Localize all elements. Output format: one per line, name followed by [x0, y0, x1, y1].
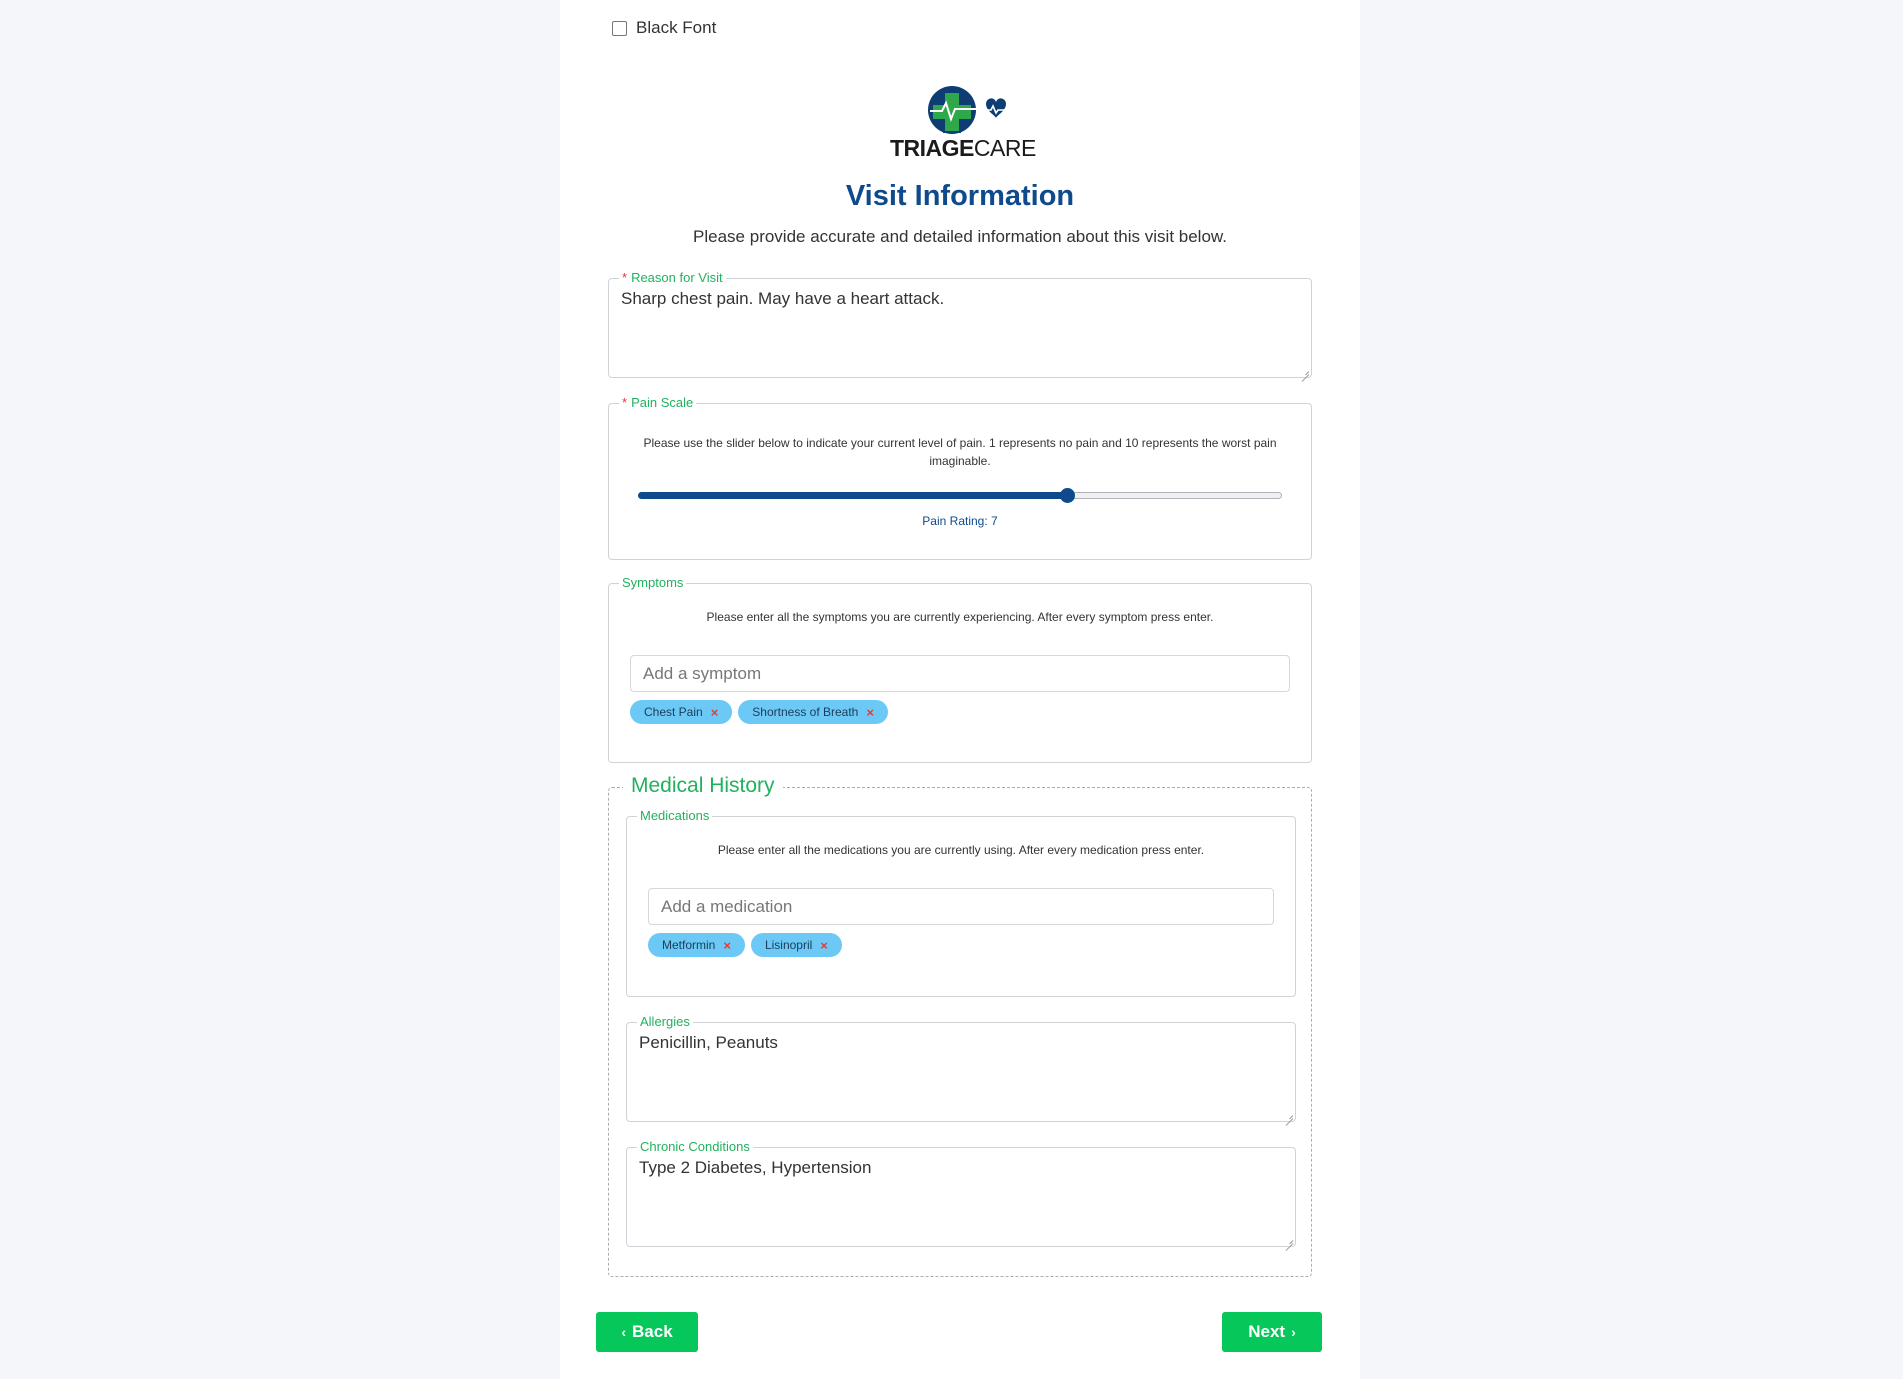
symptom-tags: Chest Pain × Shortness of Breath × — [630, 700, 888, 724]
form-card: Black Font TRIAGECARE Visit Information … — [560, 0, 1360, 1379]
symptoms-description: Please enter all the symptoms you are cu… — [706, 610, 1214, 624]
reason-for-visit-label: Reason for Visit — [631, 270, 723, 285]
required-marker: * — [622, 270, 628, 285]
chevron-left-icon: ‹ — [621, 1324, 627, 1340]
resize-handle-icon[interactable] — [1285, 1111, 1293, 1119]
medical-history-legend: Medical History — [623, 771, 783, 801]
medication-tags: Metformin × Lisinopril × — [648, 933, 842, 957]
resize-handle-icon[interactable] — [1285, 1236, 1293, 1244]
page-subtitle: Please provide accurate and detailed inf… — [693, 227, 1227, 246]
back-button-label: Back — [632, 1322, 673, 1341]
resize-handle-icon[interactable] — [1301, 367, 1309, 375]
remove-icon[interactable]: × — [820, 938, 828, 953]
pain-slider-fill — [638, 492, 1067, 499]
symptom-tag-label: Chest Pain — [644, 705, 703, 719]
medication-tag-label: Lisinopril — [764, 938, 813, 952]
triagecare-logo: TRIAGECARE — [890, 80, 1036, 162]
logo-wordmark: TRIAGECARE — [890, 135, 1036, 162]
pain-slider-thumb[interactable] — [1060, 488, 1075, 503]
allergies-legend: Allergies — [637, 1013, 693, 1031]
symptoms-section: Symptoms Please enter all the symptoms y… — [608, 574, 1312, 763]
chronic-conditions-legend: Chronic Conditions — [637, 1138, 753, 1156]
reason-for-visit-field[interactable]: * Reason for Visit Sharp chest pain. May … — [608, 269, 1312, 378]
logo-wordmark-light: CARE — [973, 135, 1036, 161]
symptom-tag: Chest Pain × — [630, 700, 733, 724]
allergies-value: Penicillin, Peanuts — [639, 1033, 778, 1052]
chronic-conditions-value: Type 2 Diabetes, Hypertension — [639, 1158, 872, 1177]
medication-tag-label: Metformin — [662, 938, 716, 952]
reason-for-visit-value: Sharp chest pain. May have a heart attac… — [621, 289, 945, 308]
remove-icon[interactable]: × — [711, 705, 719, 720]
symptoms-legend: Symptoms — [619, 574, 687, 592]
next-button[interactable]: Next › — [1222, 1312, 1322, 1352]
medication-tag: Lisinopril × — [750, 933, 842, 957]
pain-rating-text: Pain Rating: 7 — [922, 514, 998, 528]
pain-scale-description: Please use the slider below to indicate … — [643, 436, 1277, 468]
back-button[interactable]: ‹ Back — [596, 1312, 698, 1352]
medical-history-section: Medical History Medications Please enter… — [608, 771, 1312, 1277]
black-font-label: Black Font — [636, 18, 717, 37]
medications-description: Please enter all the medications you are… — [717, 843, 1205, 857]
medications-legend: Medications — [637, 807, 713, 825]
medications-section: Medications Please enter all the medicat… — [626, 807, 1296, 997]
pain-scale-section: * Pain Scale Please use the slider below … — [608, 394, 1312, 560]
next-button-label: Next — [1248, 1322, 1286, 1341]
black-font-toggle[interactable]: Black Font — [612, 18, 716, 38]
chronic-conditions-field[interactable]: Chronic Conditions Type 2 Diabetes, Hype… — [626, 1138, 1296, 1247]
remove-icon[interactable]: × — [723, 938, 731, 953]
logo-cross-heart-icon — [928, 86, 1006, 134]
symptom-tag-label: Shortness of Breath — [752, 705, 859, 719]
reason-for-visit-legend: * Reason for Visit — [619, 269, 726, 287]
chevron-right-icon: › — [1291, 1324, 1296, 1340]
black-font-checkbox[interactable] — [612, 20, 627, 36]
medication-tag: Metformin × — [648, 933, 745, 957]
remove-icon[interactable]: × — [866, 705, 874, 720]
pain-scale-label: Pain Scale — [631, 395, 694, 410]
pain-slider[interactable] — [638, 488, 1282, 503]
medication-input[interactable]: Add a medication — [648, 888, 1274, 925]
symptom-tag: Shortness of Breath × — [738, 700, 888, 724]
required-marker: * — [622, 395, 628, 410]
pain-scale-legend: * Pain Scale — [619, 394, 697, 412]
page-title: Visit Information — [845, 180, 1075, 212]
logo-wordmark-bold: TRIAGE — [890, 135, 974, 161]
allergies-field[interactable]: Allergies Penicillin, Peanuts — [626, 1013, 1296, 1122]
symptom-input[interactable]: Add a symptom — [630, 655, 1290, 692]
